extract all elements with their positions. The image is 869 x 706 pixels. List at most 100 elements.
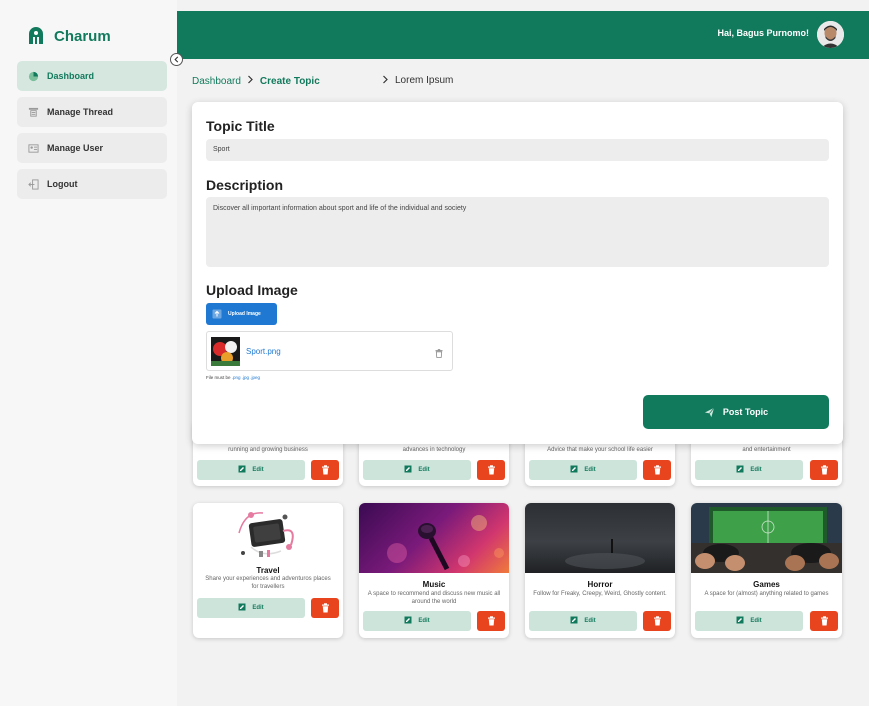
breadcrumb-root[interactable]: Dashboard: [192, 76, 241, 87]
edit-button[interactable]: Edit: [529, 460, 637, 480]
upload-image-button[interactable]: Upload Image: [206, 303, 277, 325]
edit-icon: [736, 465, 744, 475]
topic-card-music: Music A space to recommend and discuss n…: [359, 503, 509, 638]
trash-icon: [321, 603, 329, 613]
chevron-right-icon: [247, 75, 254, 87]
edit-icon: [404, 465, 412, 475]
delete-button[interactable]: [643, 611, 671, 631]
delete-button[interactable]: [311, 460, 339, 480]
topic-card-horror: Horror Follow for Freaky, Creepy, Weird,…: [525, 503, 675, 638]
remove-file-button[interactable]: [435, 345, 443, 363]
breadcrumb-current: Create Topic: [259, 75, 320, 87]
sidebar-item-logout[interactable]: Logout: [17, 169, 167, 199]
file-hint-prefix: File must be: [206, 375, 231, 380]
edit-button[interactable]: Edit: [197, 598, 305, 618]
charum-logo-icon: [29, 27, 43, 44]
upload-button-label: Upload Image: [228, 311, 261, 317]
sidebar-collapse-button[interactable]: [170, 53, 183, 66]
file-format-hint: File must be .png .jpg .jpeg: [206, 375, 260, 380]
post-button-label: Post Topic: [722, 407, 769, 417]
brand-name: Charum: [54, 27, 111, 45]
card-image: [359, 503, 509, 573]
music-microphone-image: [387, 515, 504, 571]
upload-image-label: Upload Image: [206, 282, 298, 298]
card-description: Share your experiences and adventuros pl…: [205, 576, 331, 590]
card-title: Games: [753, 580, 780, 589]
edit-label: Edit: [252, 467, 264, 473]
upload-icon: [212, 309, 222, 319]
file-thumbnail: [211, 337, 240, 366]
trash-icon: [820, 465, 828, 475]
trash-icon: [653, 616, 661, 626]
edit-button[interactable]: Edit: [695, 460, 803, 480]
delete-button[interactable]: [311, 598, 339, 618]
edit-button[interactable]: Edit: [363, 611, 471, 631]
sidebar-item-label: Manage Thread: [47, 107, 114, 117]
user-card-icon: [27, 142, 39, 154]
topic-title-label: Topic Title: [206, 118, 275, 134]
card-description: advances in technology: [402, 447, 466, 453]
card-description: running and growing business: [228, 447, 308, 453]
thread-icon: [27, 106, 39, 118]
trash-outline-icon: [435, 349, 443, 358]
edit-label: Edit: [584, 467, 596, 473]
topic-card-games: Games A space for (almost) anything rela…: [691, 503, 842, 638]
sidebar-item-manage-thread[interactable]: Manage Thread: [17, 97, 167, 127]
edit-icon: [404, 616, 412, 626]
travel-illustration-icon: [238, 512, 294, 557]
breadcrumb-extra-label: Lorem Ipsum: [395, 75, 454, 86]
breadcrumb-extra[interactable]: Lorem Ipsum: [382, 75, 453, 86]
edit-label: Edit: [584, 618, 596, 624]
card-description: A space for (almost) anything related to…: [704, 591, 829, 597]
trash-icon: [820, 616, 828, 626]
topic-title-input[interactable]: Sport: [206, 139, 829, 161]
card-title: Horror: [587, 580, 613, 589]
avatar[interactable]: [817, 21, 844, 48]
games-image: [691, 507, 842, 573]
top-header: Hai, Bagus Purnomo!: [177, 11, 869, 59]
create-topic-modal: Topic Title Sport Description Discover a…: [192, 102, 843, 444]
edit-label: Edit: [418, 618, 430, 624]
delete-button[interactable]: [810, 460, 838, 480]
app-root: Charum Dashboard Manage Thread Manage Us…: [0, 0, 869, 706]
file-hint-formats: .png .jpg .jpeg: [231, 375, 261, 380]
edit-label: Edit: [750, 618, 762, 624]
trash-icon: [321, 465, 329, 475]
brand[interactable]: Charum: [26, 26, 111, 46]
delete-button[interactable]: [477, 611, 505, 631]
sidebar-item-dashboard[interactable]: Dashboard: [17, 61, 167, 91]
edit-button[interactable]: Edit: [529, 611, 637, 631]
edit-button[interactable]: Edit: [197, 460, 305, 480]
description-label: Description: [206, 177, 284, 193]
edit-label: Edit: [252, 605, 264, 611]
sidebar-nav: Dashboard Manage Thread Manage User Logo…: [17, 61, 167, 205]
send-icon: [704, 407, 715, 417]
card-description: Advice that make your school life easier: [547, 447, 653, 453]
chevron-right-icon: [383, 75, 388, 84]
card-title: Music: [422, 580, 446, 589]
trash-icon: [653, 465, 661, 475]
delete-button[interactable]: [810, 611, 838, 631]
sidebar-item-label: Logout: [47, 179, 78, 189]
edit-label: Edit: [750, 467, 762, 473]
description-textarea[interactable]: Discover all important information about…: [206, 197, 829, 267]
edit-button[interactable]: Edit: [695, 611, 803, 631]
pie-chart-icon: [27, 70, 39, 82]
trash-icon: [487, 465, 495, 475]
logout-icon: [27, 178, 39, 190]
user-avatar-icon: [817, 21, 844, 48]
delete-button[interactable]: [477, 460, 505, 480]
post-topic-button[interactable]: Post Topic: [643, 395, 829, 429]
card-image: [691, 503, 842, 573]
sidebar-item-manage-user[interactable]: Manage User: [17, 133, 167, 163]
file-name-link[interactable]: Sport.png: [246, 347, 281, 356]
horror-image: [565, 539, 645, 569]
delete-button[interactable]: [643, 460, 671, 480]
uploaded-file-item: Sport.png: [206, 331, 453, 371]
edit-icon: [736, 616, 744, 626]
edit-icon: [238, 465, 246, 475]
card-description: Follow for Freaky, Creepy, Weird, Ghostl…: [533, 591, 667, 597]
edit-button[interactable]: Edit: [363, 460, 471, 480]
edit-icon: [570, 616, 578, 626]
card-image: [525, 503, 675, 573]
